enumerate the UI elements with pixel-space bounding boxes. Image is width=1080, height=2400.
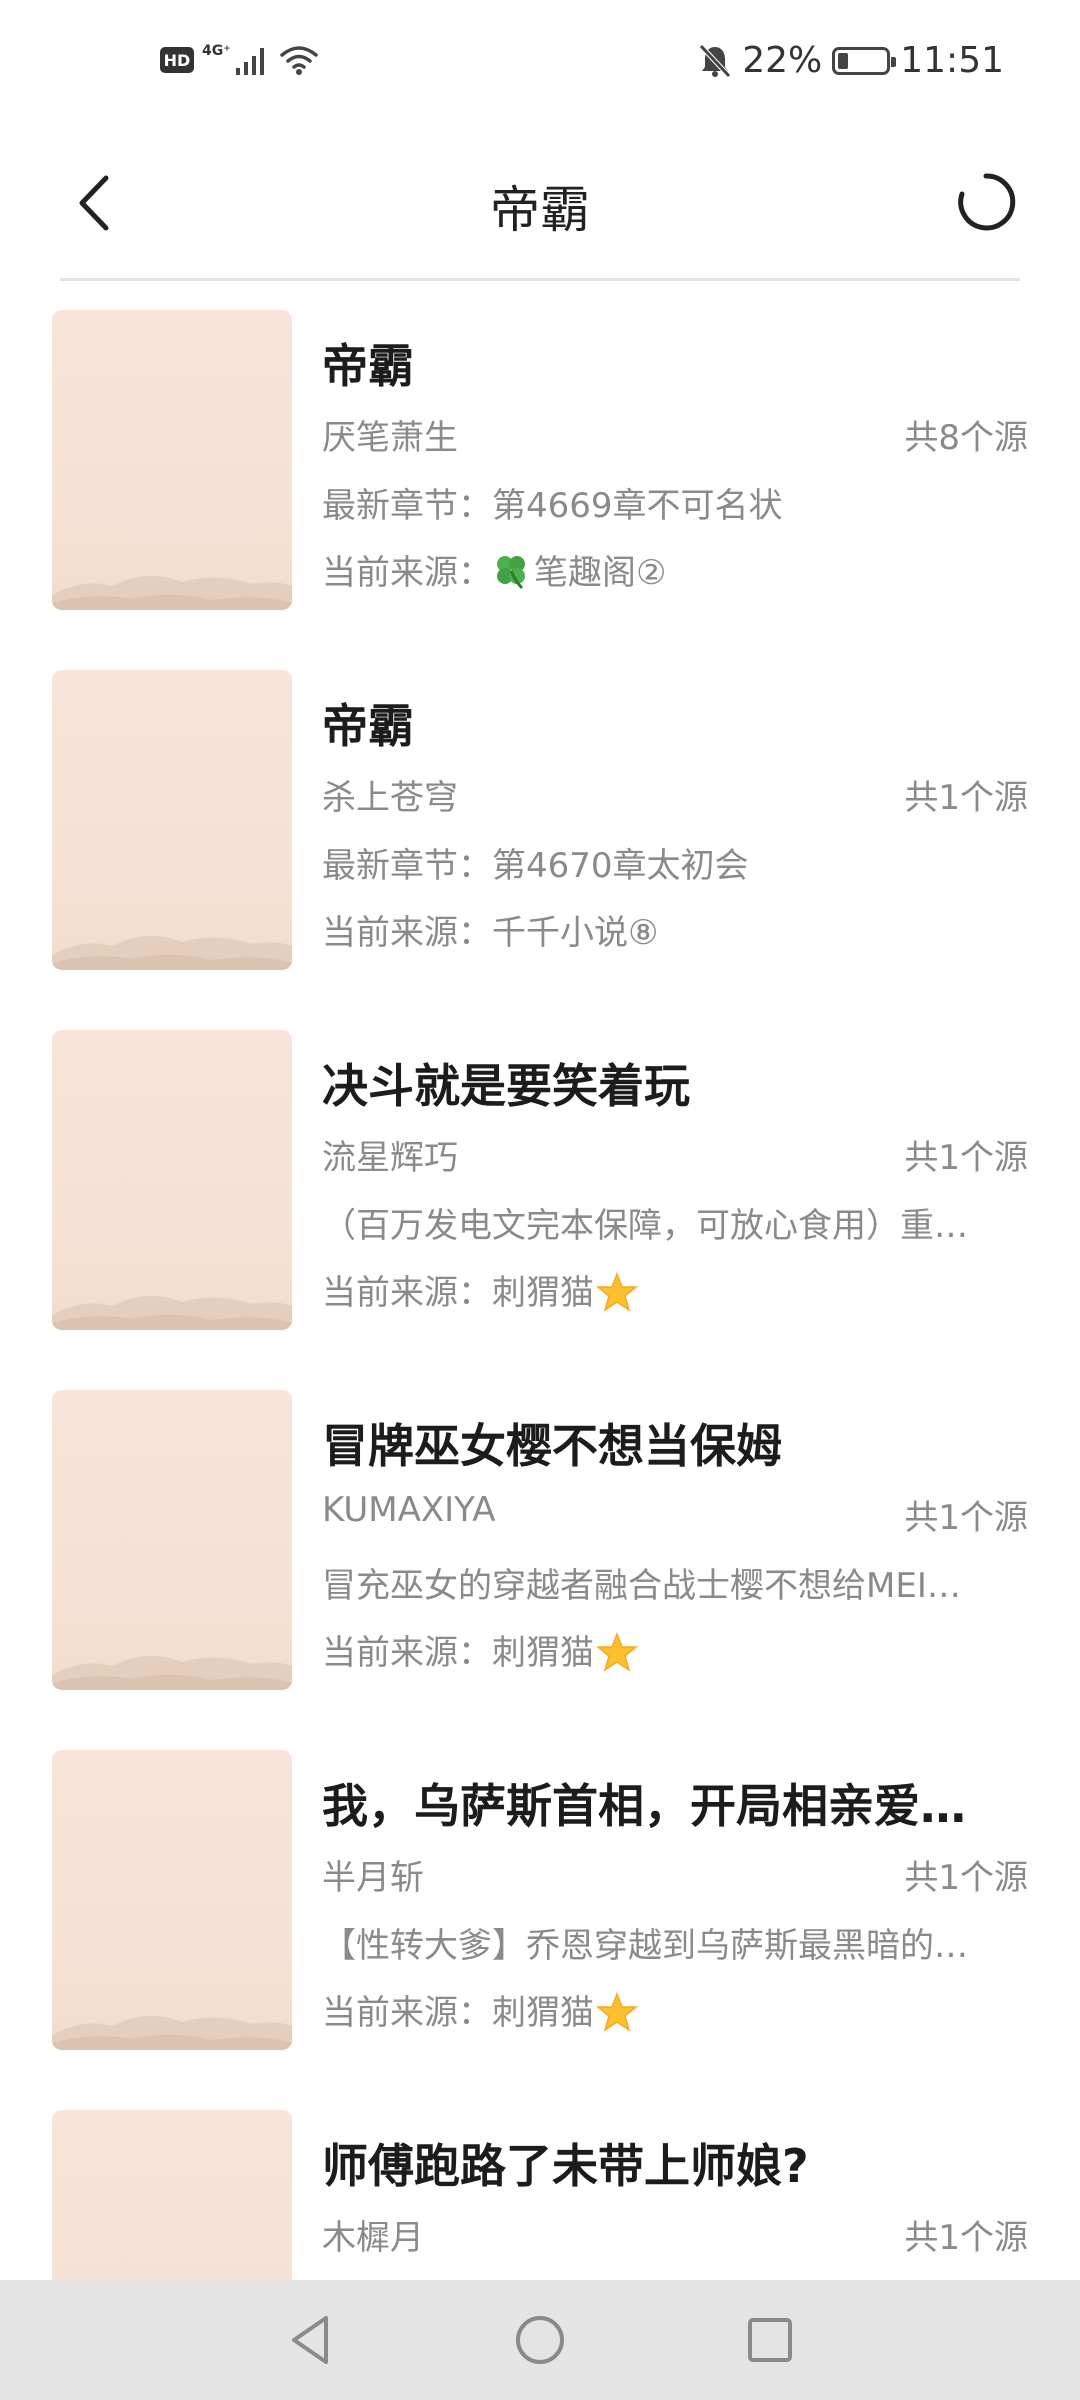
page-title: 帝霸 [490,181,590,239]
battery-percent: 22% [742,40,823,81]
source-prefix: 当前来源： [322,1273,492,1313]
source-count: 共1个源 [904,1858,1028,1898]
book-title: 冒牌巫女樱不想当保姆 [322,1419,782,1473]
system-nav-bar [0,2280,1080,2400]
book-cover [52,1030,292,1330]
source-count: 共1个源 [904,1498,1028,1538]
book-cover [52,1390,292,1690]
book-item[interactable]: 师傅跑路了未带上师娘? 木樨月 共1个源 [0,2110,1080,2280]
source-count: 共1个源 [904,1138,1028,1178]
source-count: 共1个源 [904,778,1028,818]
source-name: 笔趣阁② [534,553,667,593]
source-prefix: 当前来源： [322,913,492,953]
star-icon [596,1272,638,1312]
clover-icon [497,556,525,590]
source-name: 刺猬猫 [492,1273,594,1313]
source-count: 共1个源 [904,2218,1028,2258]
triangle-back-icon[interactable] [280,2310,340,2370]
latest-chapter: 最新章节：第4670章太初会 [322,846,749,886]
wifi-icon [279,46,318,75]
refresh-icon[interactable] [954,170,1018,234]
status-bar: HD 4G⁺ 22% 11:51 [0,0,1080,130]
source-prefix: 当前来源： [322,1993,492,2033]
book-cover [52,1750,292,2050]
search-results-list[interactable]: 帝霸 厌笔萧生 共8个源 最新章节：第4669章不可名状 当前来源： 笔趣阁② … [0,310,1080,2280]
book-item[interactable]: 我，乌萨斯首相，开局相亲爱… 半月斩 共1个源 【性转大爹】乔恩穿越到乌萨斯最黑… [0,1750,1080,2050]
bell-muted-icon [699,43,732,78]
current-source: 当前来源：刺猬猫 [322,1265,1012,1314]
star-icon [596,1632,638,1672]
book-cover [52,670,292,970]
book-item[interactable]: 决斗就是要笑着玩 流星辉巧 共1个源 （百万发电文完本保障，可放心食用）重… 当… [0,1030,1080,1330]
circle-home-icon[interactable] [510,2310,570,2370]
book-title: 帝霸 [322,339,414,393]
source-count: 共8个源 [904,418,1028,458]
current-source: 当前来源：千千小说⑧ [322,905,1012,954]
book-intro: 冒充巫女的穿越者融合战士樱不想给MEI… [322,1566,961,1606]
mountain-landscape-icon [52,1655,292,1690]
book-cover [52,310,292,610]
hd-badge: HD [160,47,194,73]
battery-icon [832,46,897,75]
book-title: 师傅跑路了未带上师娘? [322,2139,809,2193]
latest-chapter: 最新章节：第4669章不可名状 [322,486,783,526]
book-title: 帝霸 [322,699,414,753]
source-name: 千千小说⑧ [492,913,659,953]
mountain-landscape-icon [52,2110,292,2280]
status-right: 22% 11:51 [698,40,1004,81]
book-author: 杀上苍穹 [322,778,458,818]
mountain-landscape-icon [52,935,292,970]
signal-icon [235,48,264,75]
book-title: 决斗就是要笑着玩 [322,1059,690,1113]
source-name: 刺猬猫 [492,1993,594,2033]
current-source: 当前来源：刺猬猫 [322,1625,1012,1674]
book-author: 厌笔萧生 [322,418,458,458]
mountain-landscape-icon [52,2015,292,2050]
book-item[interactable]: 帝霸 杀上苍穹 共1个源 最新章节：第4670章太初会 当前来源：千千小说⑧ [0,670,1080,970]
clock: 11:51 [900,40,1004,81]
battery-level [838,52,849,69]
status-left: HD 4G⁺ [160,43,319,76]
book-author: 流星辉巧 [322,1138,458,1178]
source-name: 刺猬猫 [492,1633,594,1673]
square-recents-icon[interactable] [740,2310,800,2370]
book-item[interactable]: 帝霸 厌笔萧生 共8个源 最新章节：第4669章不可名状 当前来源： 笔趣阁② [0,310,1080,610]
mountain-landscape-icon [52,1295,292,1330]
book-author: 半月斩 [322,1858,424,1898]
mountain-landscape-icon [52,575,292,610]
current-source: 当前来源：刺猬猫 [322,1985,1012,2034]
book-item[interactable]: 冒牌巫女樱不想当保姆 KUMAXIYA 共1个源 冒充巫女的穿越者融合战士樱不想… [0,1390,1080,1690]
current-source: 当前来源： 笔趣阁② [322,545,1012,594]
header-divider [60,278,1020,281]
star-icon [596,1992,638,2032]
book-intro: 【性转大爹】乔恩穿越到乌萨斯最黑暗的… [322,1926,968,1966]
book-title: 我，乌萨斯首相，开局相亲爱… [322,1779,966,1833]
source-prefix: 当前来源： [322,1633,492,1673]
source-prefix: 当前来源： [322,553,492,593]
network-type: 4G⁺ [202,43,231,59]
book-author: 木樨月 [322,2218,424,2258]
book-intro: （百万发电文完本保障，可放心食用）重… [322,1206,968,1246]
book-cover [52,2110,292,2280]
app-header: 帝霸 [0,130,1080,280]
book-author: KUMAXIYA [322,1490,496,1530]
